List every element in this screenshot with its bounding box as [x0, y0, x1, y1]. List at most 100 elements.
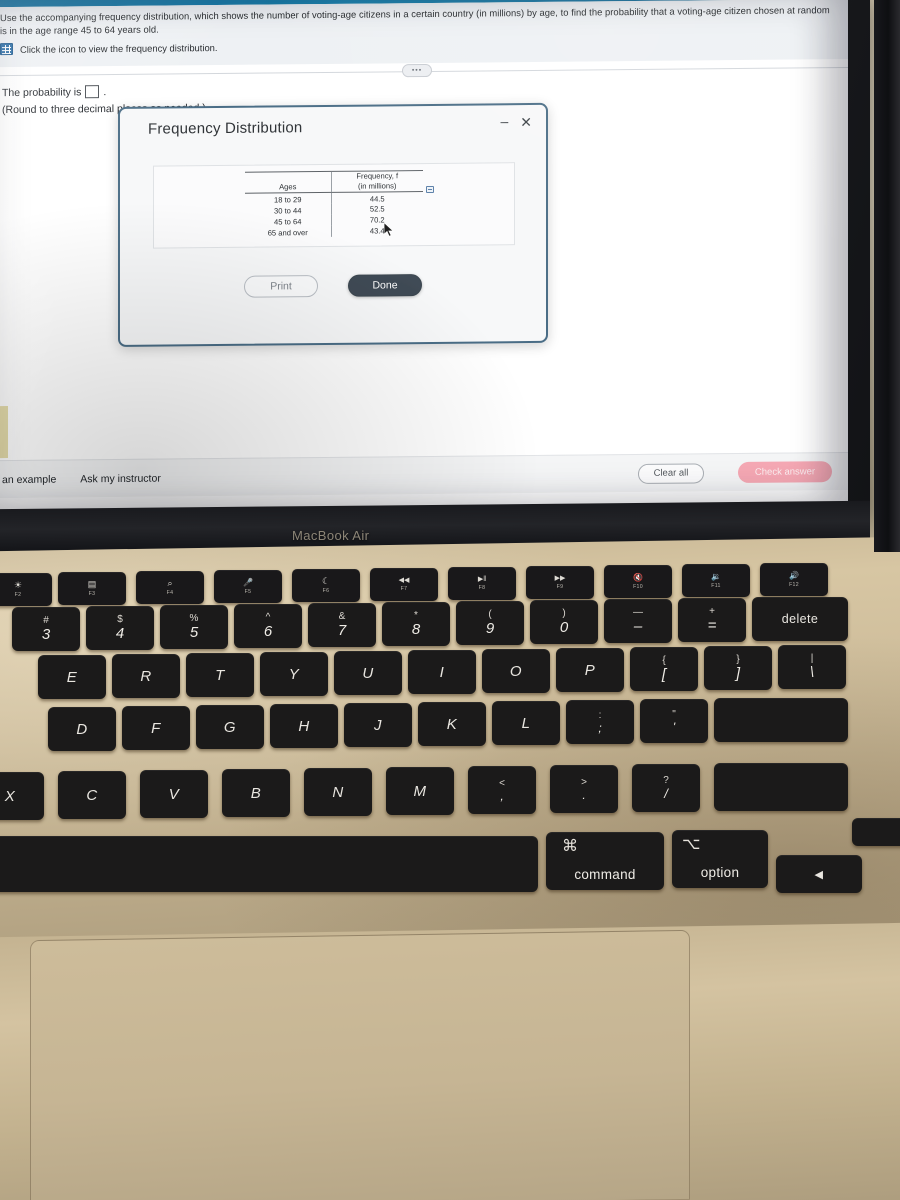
key-8[interactable]: * 8: [382, 602, 450, 646]
return-key[interactable]: [714, 698, 848, 742]
option-key-right[interactable]: ⌥ option: [672, 830, 768, 888]
key-P[interactable]: P: [556, 648, 624, 692]
key-X[interactable]: X: [0, 772, 44, 820]
print-button[interactable]: Print: [244, 275, 318, 298]
key-slash[interactable]: ? /: [632, 764, 700, 812]
key-less-than: <: [499, 777, 505, 789]
space-bar[interactable]: [0, 836, 538, 892]
key-B[interactable]: B: [222, 769, 290, 817]
table-header-ages: Ages: [245, 171, 331, 194]
key-bracket-left[interactable]: { [: [630, 647, 698, 691]
key-R[interactable]: R: [112, 654, 180, 698]
volume-up-icon: 🔊: [789, 570, 799, 580]
question-icon-label: Click the icon to view the frequency dis…: [20, 41, 218, 55]
key-O[interactable]: O: [482, 649, 550, 693]
key-semicolon[interactable]: : ;: [566, 700, 634, 744]
do-not-disturb-key[interactable]: ☾ F6: [292, 569, 360, 602]
copy-icon[interactable]: [426, 185, 434, 194]
key-bracket-right[interactable]: } ]: [704, 646, 772, 690]
key-N[interactable]: N: [304, 768, 372, 816]
key-T[interactable]: T: [186, 653, 254, 697]
key-V[interactable]: V: [140, 770, 208, 818]
key-minus[interactable]: — –: [604, 599, 672, 643]
frequency-distribution-link[interactable]: Click the icon to view the frequency dis…: [0, 35, 836, 56]
table-grid-icon[interactable]: [0, 43, 13, 56]
key-E[interactable]: E: [38, 655, 106, 699]
laptop-lid: Use the accompanying frequency distribut…: [0, 0, 870, 525]
key-I[interactable]: I: [408, 650, 476, 694]
key-H-label: H: [298, 717, 310, 735]
rewind-key[interactable]: ◀◀ F7: [370, 568, 438, 601]
close-icon[interactable]: ✕: [520, 114, 532, 130]
key-equals[interactable]: + =: [678, 598, 746, 642]
key-pipe: |: [810, 653, 814, 664]
key-slash-label: /: [664, 786, 668, 801]
key-K[interactable]: K: [418, 702, 486, 746]
mission-control-icon: ▤: [87, 579, 97, 589]
divider-ellipsis-pill[interactable]: •••: [402, 63, 432, 78]
key-G[interactable]: G: [196, 705, 264, 749]
done-button[interactable]: Done: [348, 274, 422, 297]
key-8-shift: *: [414, 610, 418, 621]
key-4[interactable]: $ 4: [86, 606, 154, 650]
key-J-label: J: [374, 716, 382, 734]
key-double-quote: ": [672, 708, 676, 720]
volume-up-key[interactable]: 🔊 F12: [760, 563, 828, 596]
key-B-label: B: [250, 784, 262, 802]
key-3-label: 3: [41, 626, 51, 643]
ask-instructor-link[interactable]: Ask my instructor: [80, 472, 161, 485]
minimize-icon[interactable]: –: [500, 113, 508, 129]
fkey-number: F9: [556, 584, 564, 590]
clear-all-button[interactable]: Clear all: [638, 462, 704, 484]
dialog-title: Frequency Distribution: [148, 119, 303, 138]
key-H[interactable]: H: [270, 704, 338, 748]
table-row: 65 and over 43.4: [245, 225, 423, 238]
command-key-label: command: [574, 867, 636, 882]
delete-key[interactable]: delete: [752, 597, 848, 641]
key-U-label: U: [362, 664, 374, 682]
key-Y[interactable]: Y: [260, 652, 328, 696]
key-quote[interactable]: " ': [640, 699, 708, 743]
key-6-label: 6: [263, 623, 273, 640]
key-F[interactable]: F: [122, 706, 190, 750]
key-6[interactable]: ^ 6: [234, 604, 302, 648]
key-backslash[interactable]: | \: [778, 645, 846, 689]
command-symbol-icon: ⌘: [562, 838, 578, 855]
arrow-left-key[interactable]: ◀: [776, 855, 862, 893]
fast-forward-key[interactable]: ▶▶ F9: [526, 566, 594, 599]
view-example-link[interactable]: an example: [2, 473, 56, 486]
mute-key[interactable]: 🔇 F10: [604, 565, 672, 598]
key-quote-label: ': [672, 719, 676, 734]
right-shift-key[interactable]: [714, 763, 848, 811]
key-G-label: G: [223, 718, 237, 736]
answer-input[interactable]: [85, 85, 100, 99]
mission-control-key[interactable]: ▤ F3: [58, 572, 126, 605]
key-C[interactable]: C: [58, 771, 126, 819]
key-U[interactable]: U: [334, 651, 402, 695]
key-0[interactable]: ) 0: [530, 600, 598, 644]
key-3[interactable]: # 3: [12, 607, 80, 651]
spotlight-key[interactable]: ⌕ F4: [136, 571, 204, 604]
volume-down-key[interactable]: 🔉 F11: [682, 564, 750, 597]
arrow-up-key[interactable]: [852, 818, 900, 846]
cell-age: 45 to 64: [274, 216, 302, 227]
key-9[interactable]: ( 9: [456, 601, 524, 645]
key-D[interactable]: D: [48, 707, 116, 751]
check-answer-button[interactable]: Check answer: [738, 461, 832, 484]
key-J[interactable]: J: [344, 703, 412, 747]
key-L[interactable]: L: [492, 701, 560, 745]
key-comma[interactable]: < ,: [468, 766, 536, 814]
command-key-right[interactable]: ⌘ command: [546, 832, 664, 890]
key-5[interactable]: % 5: [160, 605, 228, 649]
left-margin-block: [0, 406, 8, 459]
key-7[interactable]: & 7: [308, 603, 376, 647]
key-T-label: T: [215, 666, 225, 684]
play-pause-key[interactable]: ▶‖ F8: [448, 567, 516, 600]
key-period[interactable]: > .: [550, 765, 618, 813]
key-Y-label: Y: [288, 665, 300, 683]
question-text: Use the accompanying frequency distribut…: [0, 4, 830, 36]
dictation-key[interactable]: 🎤 F5: [214, 570, 282, 603]
brightness-up-key[interactable]: ☀ F2: [0, 573, 52, 606]
trackpad[interactable]: [30, 929, 690, 1200]
key-M[interactable]: M: [386, 767, 454, 815]
